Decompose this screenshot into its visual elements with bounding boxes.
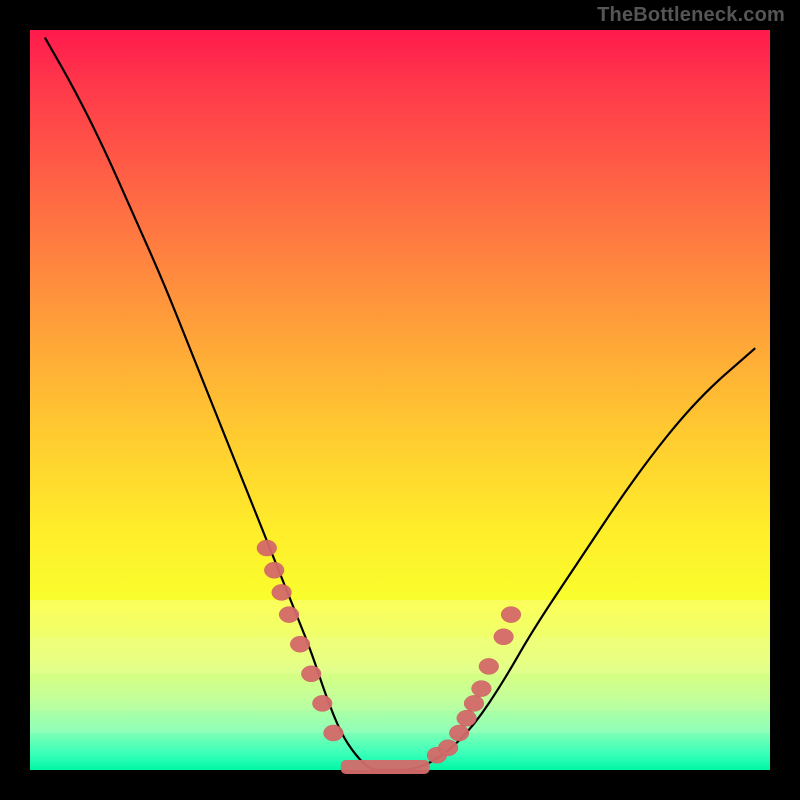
chart-frame: TheBottleneck.com [0, 0, 800, 800]
knot-point [438, 740, 458, 756]
knot-point [272, 584, 292, 600]
knot-point [279, 607, 299, 623]
knot-point [464, 695, 484, 711]
knot-point [264, 562, 284, 578]
knot-point [501, 607, 521, 623]
trough-bar [341, 760, 430, 774]
knot-point [449, 725, 469, 741]
plot-area [30, 30, 770, 770]
knot-point [494, 629, 514, 645]
bottleneck-curve [45, 37, 755, 770]
knot-point [313, 695, 333, 711]
knot-point [290, 636, 310, 652]
curve-svg [30, 30, 770, 770]
knot-point [457, 710, 477, 726]
knot-point [301, 666, 321, 682]
knot-point [472, 681, 492, 697]
highlight-knots [257, 540, 521, 763]
knot-point [257, 540, 277, 556]
attribution-label: TheBottleneck.com [597, 4, 785, 27]
knot-point [324, 725, 344, 741]
knot-point [479, 658, 499, 674]
